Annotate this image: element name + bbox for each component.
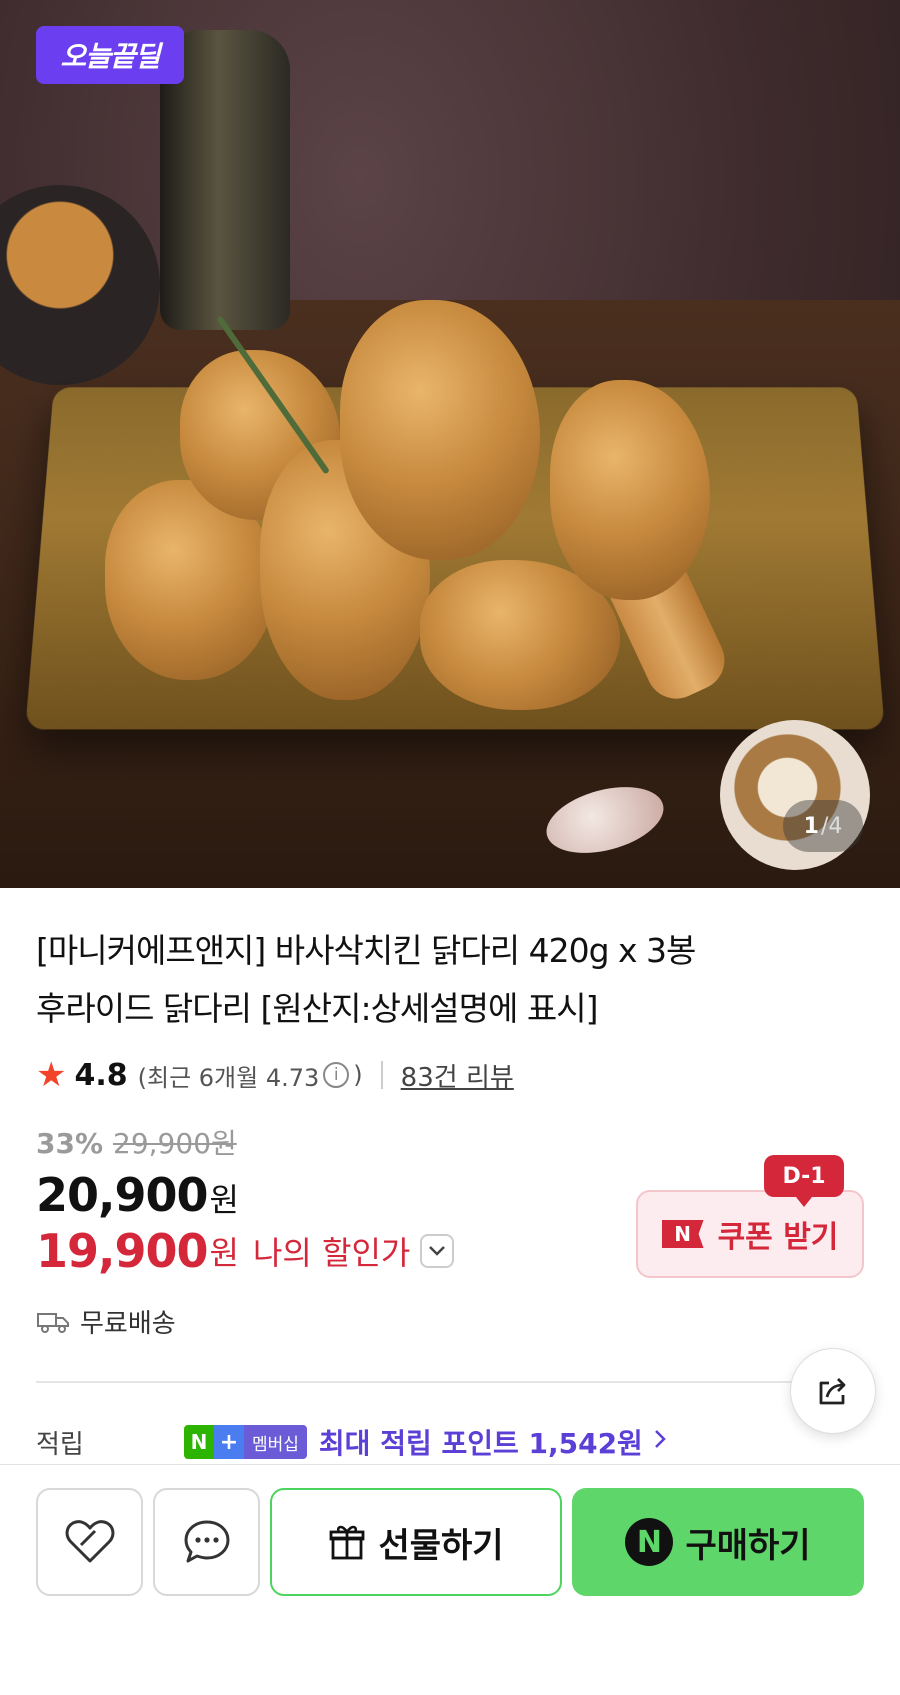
points-row[interactable]: 적립 N + 멤버십 최대 적립 포인트 1,542원 — [36, 1422, 667, 1462]
recent-rating: (최근 6개월 4.73 i ) — [138, 1058, 363, 1093]
dday-badge: D-1 — [764, 1155, 844, 1197]
original-price: 29,900원 — [113, 1122, 237, 1162]
discount-row: 33% 29,900원 — [36, 1122, 237, 1162]
divider — [381, 1061, 383, 1089]
membership-text: 멤버십 — [244, 1425, 307, 1459]
chevron-down-icon[interactable] — [420, 1234, 454, 1268]
sale-price: 20,900 원 — [36, 1168, 239, 1222]
product-image[interactable]: 오늘끝딜 1 /4 — [0, 0, 900, 888]
coupon-label: 쿠폰 받기 — [718, 1212, 839, 1256]
membership-plus: + — [214, 1425, 244, 1459]
chevron-right-icon — [653, 1427, 667, 1457]
recent-rating-text: (최근 6개월 4.73 — [138, 1058, 320, 1093]
talk-button[interactable] — [153, 1488, 260, 1596]
my-price-unit: 원 — [210, 1228, 239, 1274]
chat-bubble-icon — [181, 1517, 233, 1567]
membership-n: N — [184, 1425, 214, 1459]
heart-icon — [63, 1517, 117, 1567]
points-label: 적립 — [36, 1424, 184, 1461]
pager-total: /4 — [821, 814, 842, 839]
max-points-text: 최대 적립 포인트 1,542원 — [319, 1422, 643, 1462]
gift-icon — [328, 1522, 366, 1562]
today-deal-badge: 오늘끝딜 — [36, 26, 184, 84]
product-title-line: [마니커에프앤지] 바사삭치킨 닭다리 420g x 3봉 — [36, 922, 836, 980]
section-divider — [36, 1381, 796, 1383]
pager-current: 1 — [804, 814, 819, 839]
shipping-info: 무료배송 — [36, 1303, 176, 1340]
product-title: [마니커에프앤지] 바사삭치킨 닭다리 420g x 3봉 후라이드 닭다리 [… — [36, 922, 836, 1038]
discount-rate: 33% — [36, 1127, 103, 1160]
recent-rating-close: ) — [353, 1061, 362, 1089]
buy-label: 구매하기 — [685, 1518, 810, 1567]
rating-value: 4.8 — [74, 1058, 127, 1093]
my-price-label: 나의 할인가 — [253, 1228, 410, 1274]
image-pager: 1 /4 — [783, 800, 863, 852]
like-button[interactable] — [36, 1488, 143, 1596]
sale-price-value: 20,900 — [36, 1168, 208, 1222]
buy-button[interactable]: N 구매하기 — [572, 1488, 864, 1596]
naver-membership-badge: N + 멤버십 — [184, 1425, 307, 1459]
naver-coupon-icon: N — [662, 1220, 704, 1248]
truck-icon — [36, 1310, 70, 1334]
share-icon — [813, 1371, 853, 1411]
star-icon: ★ — [36, 1055, 66, 1095]
review-count-link[interactable]: 83건 리뷰 — [401, 1057, 514, 1094]
my-discount-price: 19,900 원 나의 할인가 — [36, 1224, 454, 1278]
gift-button[interactable]: 선물하기 — [270, 1488, 562, 1596]
sale-price-unit: 원 — [210, 1175, 239, 1221]
gift-label: 선물하기 — [378, 1518, 503, 1567]
rating-row: ★ 4.8 (최근 6개월 4.73 i ) 83건 리뷰 — [36, 1055, 514, 1095]
naver-pay-icon: N — [625, 1518, 673, 1566]
shipping-text: 무료배송 — [80, 1303, 176, 1340]
product-title-line: 후라이드 닭다리 [원산지:상세설명에 표시] — [36, 980, 836, 1038]
info-icon[interactable]: i — [323, 1062, 349, 1088]
coupon-button[interactable]: N 쿠폰 받기 — [636, 1190, 864, 1278]
share-button[interactable] — [790, 1348, 876, 1434]
my-price-value: 19,900 — [36, 1224, 208, 1278]
